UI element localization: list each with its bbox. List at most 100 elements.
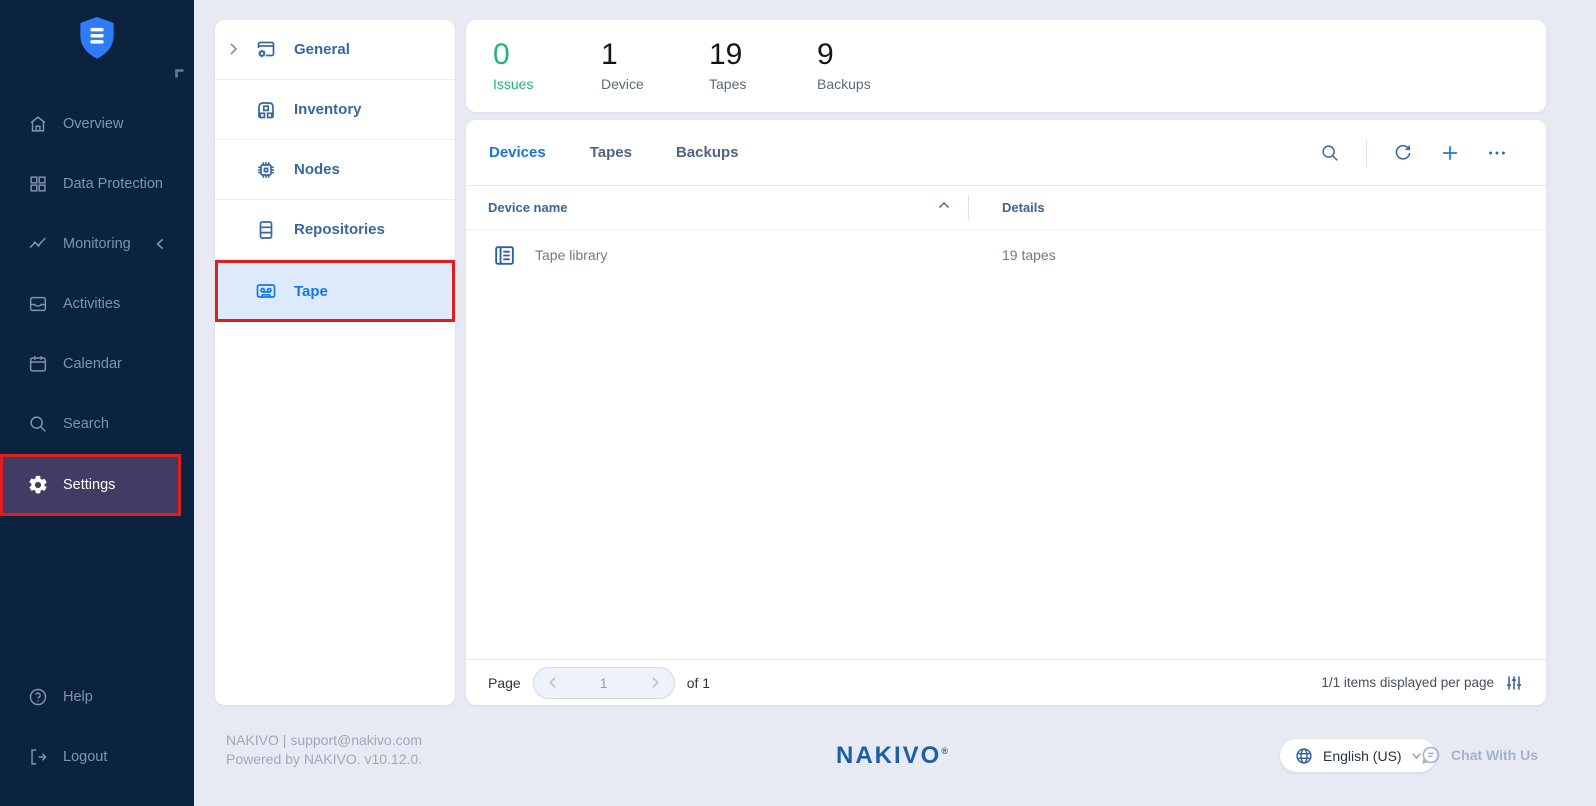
stat-value: 1 [601, 40, 659, 70]
tab-devices[interactable]: Devices [489, 144, 546, 161]
sidebar-item-label: Help [63, 689, 93, 705]
nakivo-logo: NAKIVO® [836, 742, 950, 770]
chevron-right-icon[interactable] [229, 42, 238, 56]
stat-value: 0 [493, 40, 551, 70]
logout-icon [27, 746, 49, 768]
shield-logo-icon [76, 15, 118, 61]
sidebar-item-monitoring[interactable]: Monitoring [0, 214, 194, 274]
chat-bubble-icon [1420, 744, 1442, 766]
device-name: Tape library [535, 247, 607, 263]
settings-menu-panel: General Inventory Nodes [215, 20, 455, 705]
tab-bar: Devices Tapes Backups [489, 144, 1319, 161]
tab-tapes[interactable]: Tapes [590, 144, 632, 161]
summary-stats-card: 0 Issues 1 Device 19 Tapes 9 Backups [466, 20, 1546, 112]
sidebar-item-label: Search [63, 416, 109, 432]
stat-backups: 9 Backups [817, 40, 875, 92]
settings-menu-label: Inventory [294, 101, 362, 118]
more-options-icon[interactable] [1486, 142, 1508, 164]
sidebar-item-label: Logout [63, 749, 107, 765]
settings-menu-item-general[interactable]: General [215, 20, 455, 80]
stat-value: 9 [817, 40, 875, 70]
sidebar-item-data-protection[interactable]: Data Protection [0, 154, 194, 214]
table-header: Device name Details [466, 186, 1546, 230]
stat-label: Issues [493, 76, 551, 92]
search-icon[interactable] [1319, 142, 1341, 164]
sidebar-item-label: Monitoring [63, 236, 131, 252]
page-prev-icon[interactable] [548, 676, 557, 689]
sidebar: Overview Data Protection Monitoring [0, 0, 194, 806]
tab-backups[interactable]: Backups [676, 144, 739, 161]
sidebar-item-help[interactable]: Help [0, 667, 194, 727]
sidebar-item-overview[interactable]: Overview [0, 94, 194, 154]
registered-mark: ® [941, 746, 950, 756]
settings-menu-item-inventory[interactable]: Inventory [215, 80, 455, 140]
settings-menu-label: Repositories [294, 221, 385, 238]
sidebar-item-activities[interactable]: Activities [0, 274, 194, 334]
language-selector[interactable]: English (US) [1280, 739, 1436, 772]
items-per-page-settings-icon[interactable] [1504, 673, 1524, 693]
column-details[interactable]: Details [946, 200, 1045, 215]
table-row[interactable]: Tape library 19 tapes [466, 230, 1546, 280]
stat-tapes: 19 Tapes [709, 40, 767, 92]
sidebar-bottom-nav: Help Logout [0, 667, 194, 787]
sort-asc-icon[interactable] [938, 201, 950, 209]
page-control: 1 [533, 667, 675, 699]
nodes-icon [254, 158, 278, 182]
inventory-icon [254, 98, 278, 122]
chevron-left-icon[interactable] [155, 238, 165, 250]
device-details: 19 tapes [946, 247, 1056, 263]
settings-menu-label: Nodes [294, 161, 340, 178]
divider [1366, 139, 1367, 167]
sidebar-nav: Overview Data Protection Monitoring [0, 94, 194, 516]
chat-with-us-button[interactable]: Chat With Us [1420, 744, 1538, 766]
stat-label: Backups [817, 76, 875, 92]
column-device-name[interactable]: Device name [466, 200, 946, 215]
devices-card-header: Devices Tapes Backups [466, 120, 1546, 186]
settings-menu-label: Tape [294, 283, 328, 300]
page-label: Page [488, 675, 521, 691]
device-name-cell: Tape library [466, 243, 946, 268]
general-icon [254, 38, 278, 62]
sidebar-item-calendar[interactable]: Calendar [0, 334, 194, 394]
chat-label: Chat With Us [1451, 747, 1538, 763]
settings-menu-item-nodes[interactable]: Nodes [215, 140, 455, 200]
language-label: English (US) [1323, 748, 1402, 764]
add-icon[interactable] [1439, 142, 1461, 164]
stat-label: Device [601, 76, 659, 92]
sidebar-item-search[interactable]: Search [0, 394, 194, 454]
search-icon [27, 413, 49, 435]
page-total-label: of 1 [687, 675, 710, 691]
refresh-icon[interactable] [1392, 142, 1414, 164]
gear-icon [27, 474, 49, 496]
items-info-label: 1/1 items displayed per page [1321, 675, 1494, 690]
sidebar-item-settings[interactable]: Settings [0, 454, 181, 516]
sidebar-item-label: Activities [63, 296, 120, 312]
stat-device: 1 Device [601, 40, 659, 92]
repositories-icon [254, 218, 278, 242]
items-per-page: 1/1 items displayed per page [1321, 673, 1524, 693]
tape-library-icon [492, 243, 517, 268]
pagination-bar: Page 1 of 1 1/1 items displayed per page [466, 659, 1546, 705]
settings-menu-label: General [294, 41, 350, 58]
monitoring-icon [27, 233, 49, 255]
sidebar-item-label: Calendar [63, 356, 122, 372]
sidebar-collapse-icon[interactable] [175, 69, 185, 79]
page-number-input[interactable]: 1 [600, 675, 608, 691]
sidebar-item-label: Settings [63, 477, 115, 493]
sidebar-item-label: Overview [63, 116, 123, 132]
sidebar-item-label: Data Protection [63, 176, 163, 192]
tape-icon [254, 279, 278, 303]
home-icon [27, 113, 49, 135]
help-icon [27, 686, 49, 708]
sidebar-item-logout[interactable]: Logout [0, 727, 194, 787]
table-empty-area [466, 280, 1546, 659]
settings-menu-item-tape[interactable]: Tape [215, 260, 455, 322]
grid-icon [27, 173, 49, 195]
stat-label: Tapes [709, 76, 767, 92]
inbox-icon [27, 293, 49, 315]
footer-support-line: NAKIVO | support@nakivo.com [226, 731, 422, 750]
devices-card: Devices Tapes Backups [466, 120, 1546, 705]
page-next-icon[interactable] [651, 676, 660, 689]
app-logo[interactable] [0, 15, 194, 61]
settings-menu-item-repositories[interactable]: Repositories [215, 200, 455, 260]
